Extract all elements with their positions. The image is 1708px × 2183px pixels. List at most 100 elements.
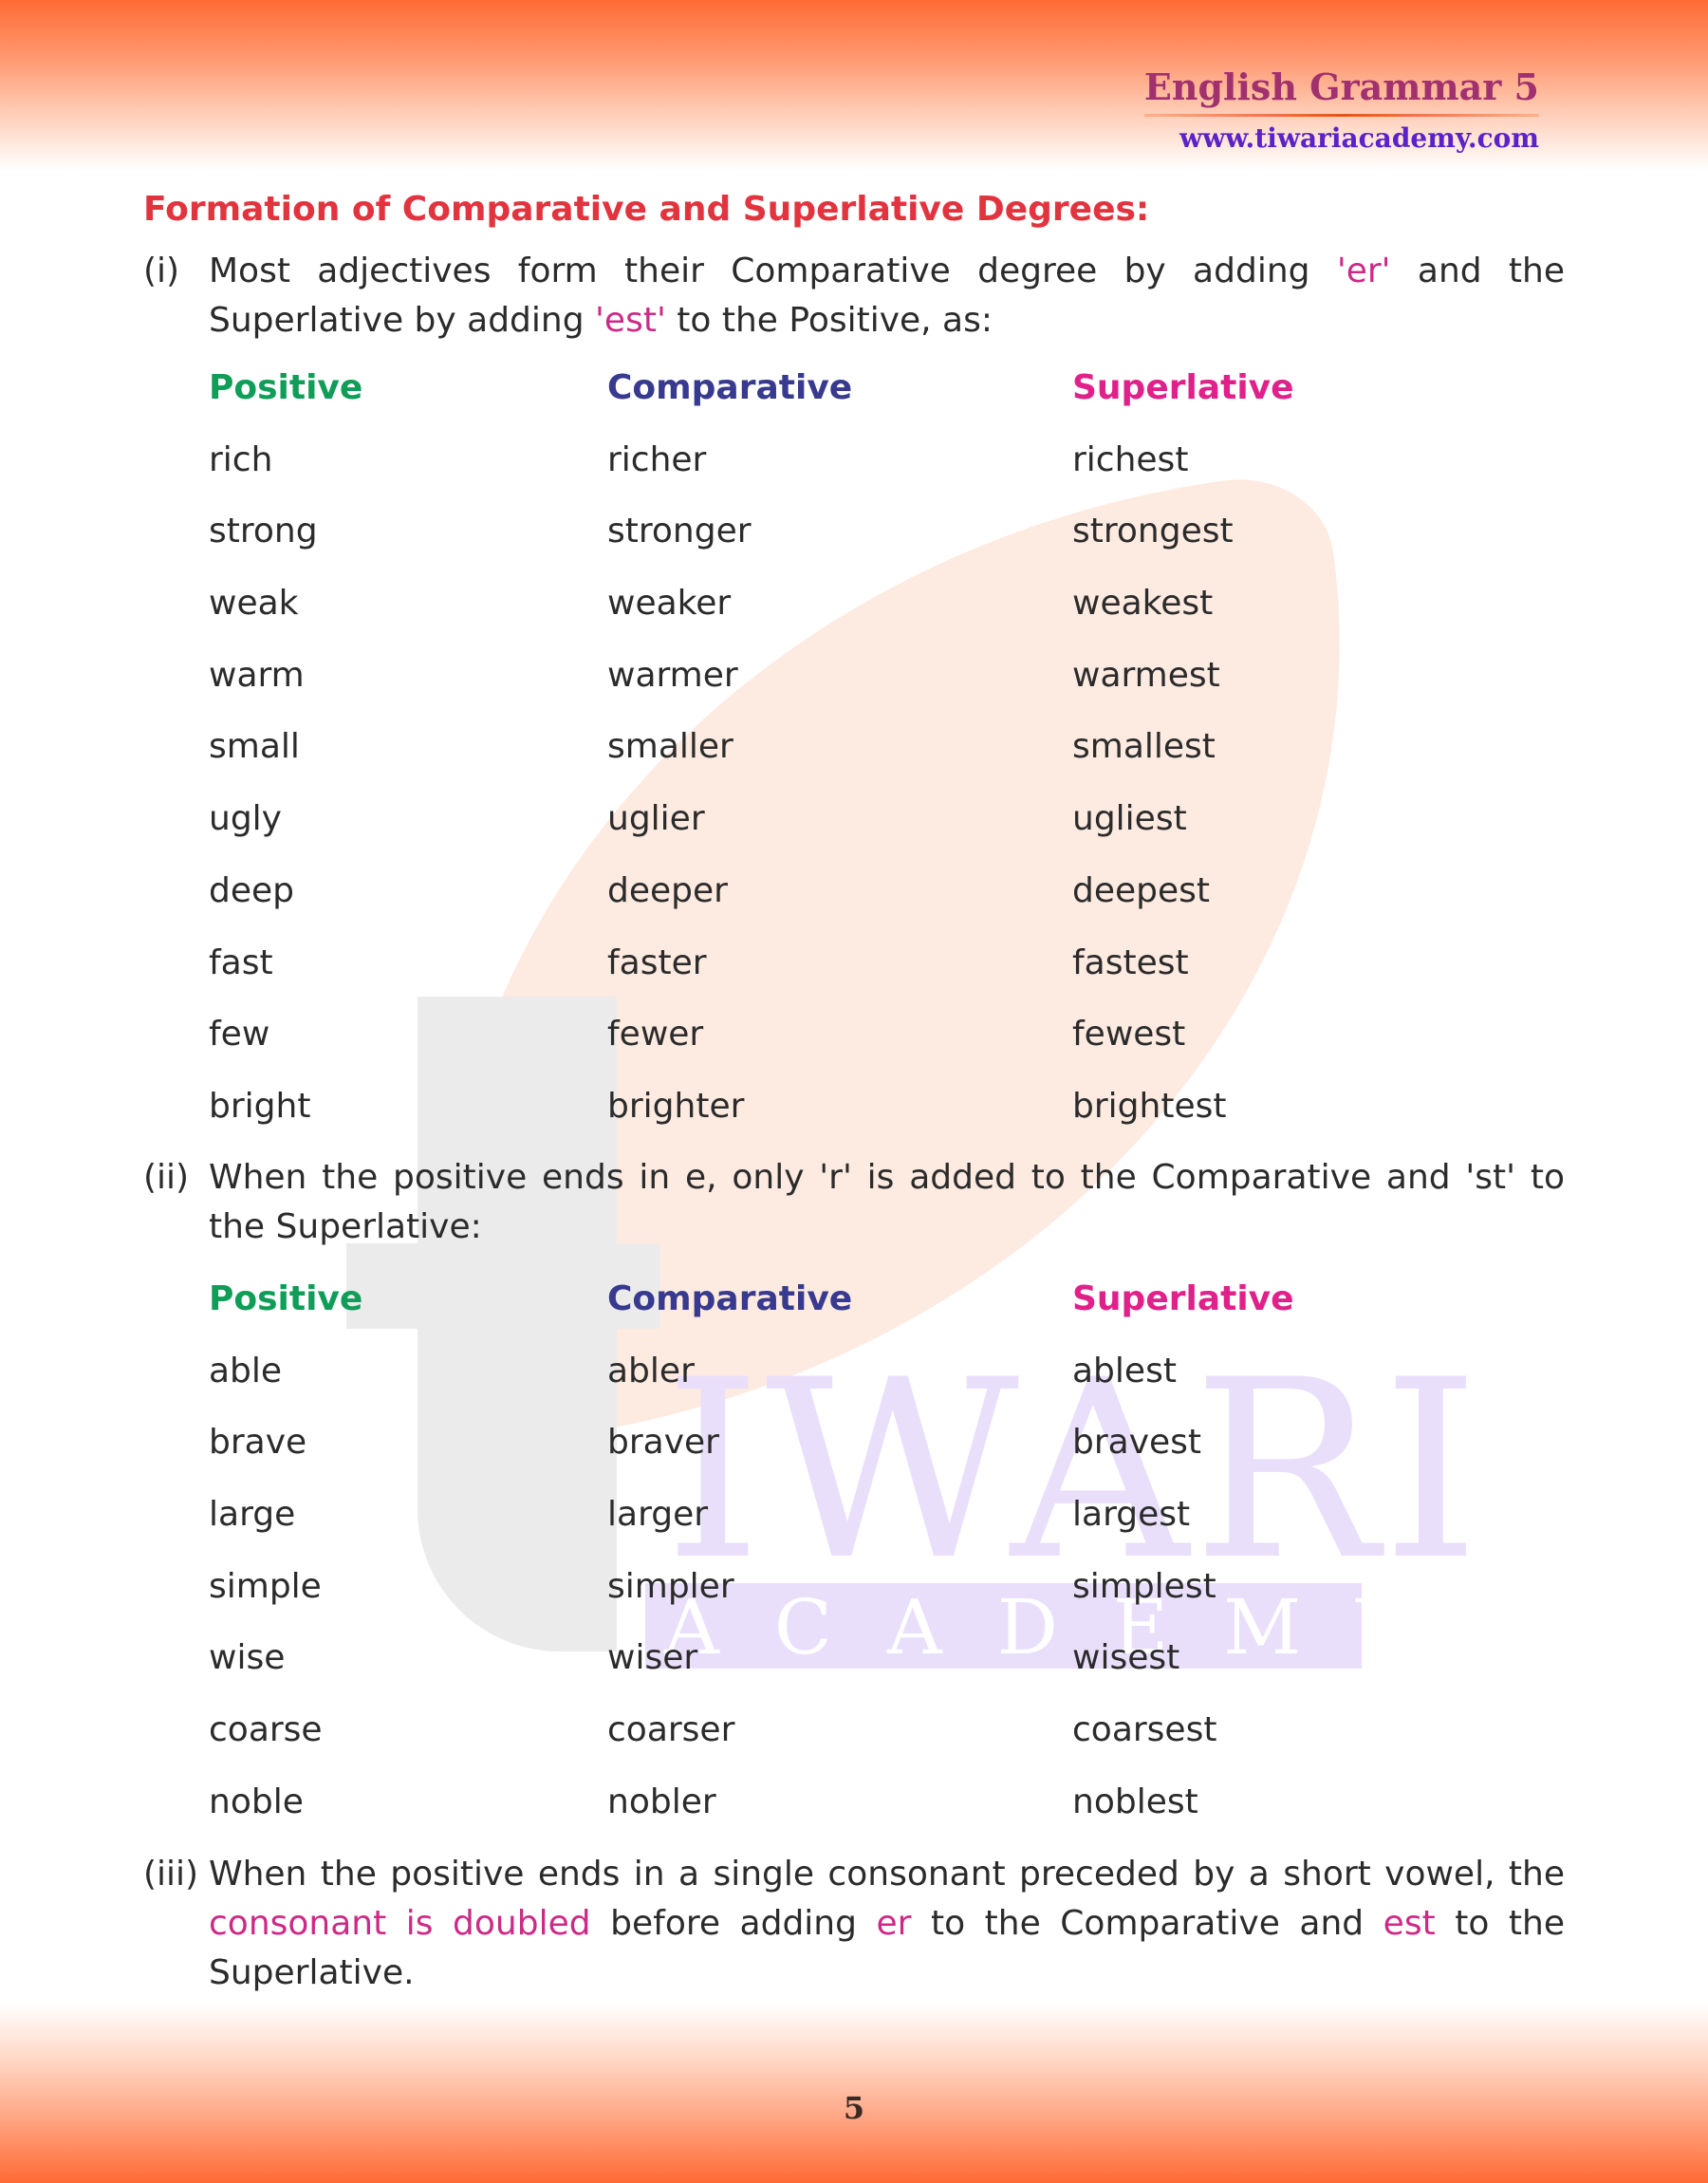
- table-header: Positive Comparative Superlative: [209, 1275, 1442, 1347]
- table-row: ugly uglier ugliest: [209, 794, 1442, 867]
- cell-positive: coarse: [209, 1710, 323, 1750]
- cell-positive: warm: [209, 655, 305, 695]
- rule-number: (ii): [143, 1158, 190, 1197]
- cell-superlative: largest: [1072, 1495, 1191, 1535]
- cell-superlative: brightest: [1072, 1086, 1227, 1126]
- header-comparative: Comparative: [607, 1279, 853, 1318]
- rule-number: (iii): [143, 1855, 199, 1894]
- cell-superlative: bravest: [1072, 1423, 1202, 1463]
- cell-positive: brave: [209, 1423, 307, 1463]
- cell-superlative: noblest: [1072, 1782, 1198, 1821]
- cell-positive: bright: [209, 1086, 311, 1126]
- cell-superlative: ablest: [1072, 1351, 1177, 1390]
- cell-superlative: strongest: [1072, 512, 1234, 551]
- cell-positive: ugly: [209, 799, 282, 839]
- degrees-table-2: Positive Comparative Superlative able abl…: [209, 1275, 1442, 1850]
- cell-positive: simple: [209, 1566, 322, 1606]
- table-row: warm warmer warmest: [209, 651, 1442, 723]
- cell-comparative: braver: [607, 1423, 719, 1463]
- table-row: small smaller smallest: [209, 722, 1442, 794]
- cell-positive: weak: [209, 584, 299, 624]
- table-row: large larger largest: [209, 1490, 1442, 1562]
- text-run: to the Positive, as:: [665, 301, 993, 340]
- table-row: simple simpler simplest: [209, 1562, 1442, 1634]
- rule-2: (ii) When the positive ends in e, only '…: [143, 1153, 1565, 1252]
- text-run: before adding: [590, 1904, 877, 1943]
- table-row: strong stronger strongest: [209, 507, 1442, 579]
- rule-number: (i): [143, 252, 180, 290]
- rule-3: (iii) When the positive ends in a single…: [143, 1850, 1565, 1998]
- table-row: brave braver bravest: [209, 1418, 1442, 1490]
- cell-superlative: smallest: [1072, 727, 1216, 767]
- cell-comparative: warmer: [607, 655, 738, 695]
- header-superlative: Superlative: [1072, 368, 1294, 407]
- cell-comparative: fewer: [607, 1015, 704, 1054]
- cell-superlative: richest: [1072, 439, 1189, 479]
- cell-superlative: wisest: [1072, 1638, 1180, 1678]
- cell-comparative: simpler: [607, 1566, 734, 1606]
- cell-superlative: fastest: [1072, 942, 1189, 982]
- page-number: 5: [843, 2090, 865, 2126]
- rule-1: (i) Most adjectives form their Comparati…: [143, 247, 1565, 345]
- degrees-table-1: Positive Comparative Superlative rich ric…: [209, 364, 1442, 1154]
- cell-positive: noble: [209, 1782, 304, 1821]
- cell-superlative: ugliest: [1072, 799, 1187, 839]
- cell-comparative: coarser: [607, 1710, 735, 1750]
- cell-comparative: brighter: [607, 1086, 745, 1126]
- table-row: few fewer fewest: [209, 1010, 1442, 1082]
- table-row: coarse coarser coarsest: [209, 1706, 1442, 1778]
- highlight-er: er: [876, 1904, 912, 1943]
- cell-positive: rich: [209, 439, 273, 479]
- header-superlative: Superlative: [1072, 1279, 1294, 1318]
- highlight-est: 'est': [595, 301, 666, 340]
- cell-positive: deep: [209, 870, 294, 910]
- cell-comparative: stronger: [607, 512, 752, 551]
- cell-comparative: weaker: [607, 584, 732, 624]
- page-content: Formation of Comparative and Superlative…: [0, 0, 1708, 2183]
- cell-positive: large: [209, 1495, 296, 1535]
- cell-positive: wise: [209, 1638, 286, 1678]
- cell-positive: few: [209, 1015, 270, 1054]
- cell-comparative: richer: [607, 439, 707, 479]
- table-row: able abler ablest: [209, 1347, 1442, 1419]
- table-row: weak weaker weakest: [209, 579, 1442, 651]
- header-comparative: Comparative: [607, 368, 853, 407]
- text-run: to the Comparative and: [911, 1904, 1383, 1943]
- cell-superlative: coarsest: [1072, 1710, 1217, 1750]
- table-row: noble nobler noblest: [209, 1778, 1442, 1850]
- highlight-consonant-doubled: consonant is doubled: [209, 1904, 591, 1943]
- cell-positive: able: [209, 1351, 283, 1390]
- table-header: Positive Comparative Superlative: [209, 364, 1442, 436]
- cell-comparative: faster: [607, 942, 707, 982]
- text-run: Most adjectives form their Comparative d…: [209, 252, 1337, 290]
- cell-comparative: uglier: [607, 799, 705, 839]
- highlight-est: est: [1383, 1904, 1436, 1943]
- cell-positive: small: [209, 727, 300, 767]
- cell-comparative: deeper: [607, 870, 728, 910]
- cell-positive: fast: [209, 942, 273, 982]
- cell-comparative: abler: [607, 1351, 695, 1390]
- header-positive: Positive: [209, 1279, 363, 1318]
- table-row: bright brighter brightest: [209, 1082, 1442, 1154]
- cell-superlative: simplest: [1072, 1566, 1216, 1606]
- cell-positive: strong: [209, 512, 318, 551]
- cell-comparative: wiser: [607, 1638, 698, 1678]
- table-row: fast faster fastest: [209, 939, 1442, 1011]
- cell-superlative: weakest: [1072, 584, 1214, 624]
- cell-superlative: fewest: [1072, 1015, 1186, 1054]
- rule-text: When the positive ends in a single conso…: [209, 1850, 1565, 1998]
- cell-comparative: nobler: [607, 1782, 716, 1821]
- header-positive: Positive: [209, 368, 363, 407]
- cell-comparative: smaller: [607, 727, 733, 767]
- text-run: When the positive ends in a single conso…: [209, 1855, 1565, 1894]
- cell-superlative: warmest: [1072, 655, 1220, 695]
- table-row: deep deeper deepest: [209, 867, 1442, 939]
- cell-comparative: larger: [607, 1495, 709, 1535]
- rule-text: When the positive ends in e, only 'r' is…: [209, 1158, 1565, 1246]
- table-row: wise wiser wisest: [209, 1633, 1442, 1706]
- cell-superlative: deepest: [1072, 870, 1211, 910]
- table-row: rich richer richest: [209, 436, 1442, 508]
- rule-text: Most adjectives form their Comparative d…: [209, 247, 1565, 345]
- section-heading: Formation of Comparative and Superlative…: [143, 190, 1150, 229]
- highlight-er: 'er': [1336, 252, 1391, 290]
